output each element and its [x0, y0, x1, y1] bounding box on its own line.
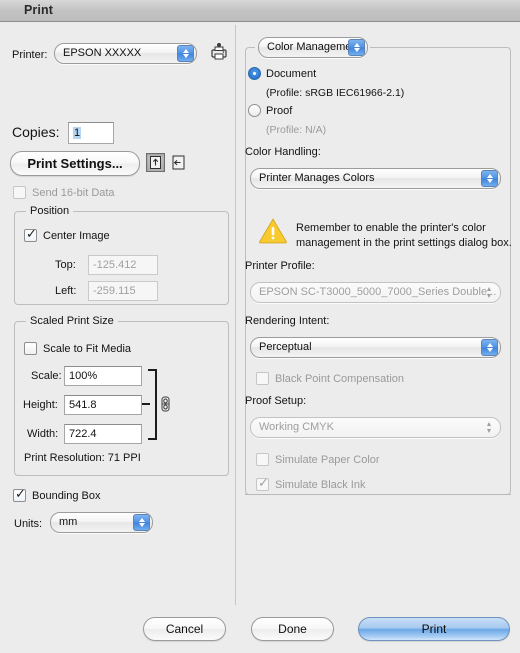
height-input[interactable]: 541.8	[64, 395, 142, 415]
proof-setup-label: Proof Setup:	[245, 395, 307, 407]
rendering-intent-select-value: Perceptual	[259, 341, 312, 353]
print-resolution-label: Print Resolution: 71 PPI	[24, 452, 141, 464]
send-16bit-label: Send 16-bit Data	[32, 187, 115, 199]
orientation-landscape-icon	[172, 155, 185, 170]
check-icon: ✓	[15, 486, 26, 501]
color-handling-select-value: Printer Manages Colors	[259, 172, 375, 184]
scale-input[interactable]: 100%	[64, 366, 142, 386]
chevron-updown-icon	[177, 45, 194, 62]
scale-label: Scale:	[31, 370, 62, 382]
color-handling-label: Color Handling:	[245, 146, 321, 158]
cancel-button[interactable]: Cancel	[143, 617, 226, 641]
chevron-updown-icon	[481, 419, 498, 436]
proof-radio-label: Proof	[266, 105, 293, 117]
orientation-portrait-icon	[150, 156, 161, 169]
printer-select-value: EPSON XXXXX	[63, 47, 142, 59]
scaled-print-size-group-title: Scaled Print Size	[26, 315, 118, 327]
simulate-paper-color-checkbox[interactable]	[256, 453, 269, 466]
check-icon: ✓	[258, 475, 269, 490]
orientation-portrait-button[interactable]	[146, 153, 165, 172]
print-dialog-window: Print Printer: EPSON XXXXX Copies: 1 Pri…	[0, 0, 520, 653]
rendering-intent-label: Rendering Intent:	[245, 315, 330, 327]
print-button[interactable]: Print	[358, 617, 510, 641]
rendering-intent-select[interactable]: Perceptual	[250, 337, 501, 358]
units-select-value: mm	[59, 516, 78, 528]
height-label: Height:	[23, 399, 58, 411]
column-divider	[235, 25, 236, 605]
printer-label: Printer:	[12, 49, 48, 61]
copies-label: Copies:	[12, 124, 60, 140]
dialog-content: Printer: EPSON XXXXX Copies: 1 Print Set…	[0, 23, 520, 653]
width-input[interactable]: 722.4	[64, 424, 142, 444]
warning-text-line1: Remember to enable the printer's color	[296, 222, 486, 234]
proof-setup-select[interactable]: Working CMYK	[250, 417, 501, 438]
units-select[interactable]: mm	[50, 512, 153, 533]
color-handling-select[interactable]: Printer Manages Colors	[250, 168, 501, 189]
top-input[interactable]: -125.412	[88, 255, 158, 275]
black-point-compensation-checkbox[interactable]	[256, 372, 269, 385]
simulate-paper-color-label: Simulate Paper Color	[275, 454, 380, 466]
copies-input[interactable]: 1	[68, 122, 114, 144]
left-label: Left:	[55, 285, 77, 297]
chevron-updown-icon	[481, 284, 498, 301]
position-group-title: Position	[26, 205, 74, 217]
section-select-value: Color Management	[267, 41, 361, 53]
check-icon: ✓	[26, 226, 37, 241]
panel-bottom-separator	[245, 494, 511, 495]
scale-input-value: 100%	[69, 370, 98, 382]
units-label: Units:	[14, 518, 43, 530]
width-label: Width:	[27, 428, 59, 440]
height-input-value: 541.8	[69, 399, 97, 411]
top-input-value: -125.412	[93, 259, 137, 271]
proof-setup-select-value: Working CMYK	[259, 421, 334, 433]
center-image-checkbox[interactable]: ✓	[24, 226, 37, 242]
scale-to-fit-checkbox[interactable]	[24, 342, 37, 355]
section-select[interactable]: Color Management	[258, 37, 368, 58]
simulate-black-ink-label: Simulate Black Ink	[275, 479, 366, 491]
chain-link-icon[interactable]	[161, 396, 170, 412]
proof-profile-text: (Profile: N/A)	[266, 124, 327, 136]
printer-profile-select-value: EPSON SC-T3000_5000_7000_Series Double..…	[259, 286, 497, 298]
warning-triangle-icon	[258, 217, 288, 244]
printer-select[interactable]: EPSON XXXXX	[54, 43, 197, 64]
chevron-updown-icon	[481, 170, 498, 187]
window-title: Print	[24, 3, 53, 17]
chevron-updown-icon	[481, 339, 498, 356]
chevron-updown-icon	[348, 39, 365, 56]
warning-text-line2: management in the print settings dialog …	[296, 237, 512, 249]
center-image-label: Center Image	[43, 230, 110, 242]
done-button[interactable]: Done	[251, 617, 334, 641]
orientation-landscape-button[interactable]	[169, 153, 188, 172]
chevron-updown-icon	[133, 514, 150, 531]
printer-profile-label: Printer Profile:	[245, 260, 315, 272]
printer-profile-select[interactable]: EPSON SC-T3000_5000_7000_Series Double..…	[250, 282, 501, 303]
dimension-bracket-stem	[142, 403, 150, 405]
print-settings-button[interactable]: Print Settings...	[10, 151, 140, 176]
bounding-box-label: Bounding Box	[32, 490, 101, 502]
copies-input-value: 1	[73, 127, 82, 139]
printer-setup-icon[interactable]	[208, 41, 230, 63]
proof-radio[interactable]	[248, 104, 261, 117]
send-16bit-checkbox[interactable]	[13, 186, 26, 199]
simulate-black-ink-checkbox[interactable]: ✓	[256, 475, 269, 491]
document-profile-text: (Profile: sRGB IEC61966-2.1)	[266, 87, 405, 99]
scale-to-fit-label: Scale to Fit Media	[43, 343, 132, 355]
document-radio[interactable]	[248, 67, 261, 80]
left-input[interactable]: -259.115	[88, 281, 158, 301]
left-input-value: -259.115	[93, 285, 136, 297]
document-radio-label: Document	[266, 68, 317, 80]
top-label: Top:	[55, 259, 76, 271]
width-input-value: 722.4	[69, 428, 97, 440]
black-point-compensation-label: Black Point Compensation	[275, 373, 405, 385]
bounding-box-checkbox[interactable]: ✓	[13, 486, 26, 502]
title-bar: Print	[0, 0, 520, 22]
